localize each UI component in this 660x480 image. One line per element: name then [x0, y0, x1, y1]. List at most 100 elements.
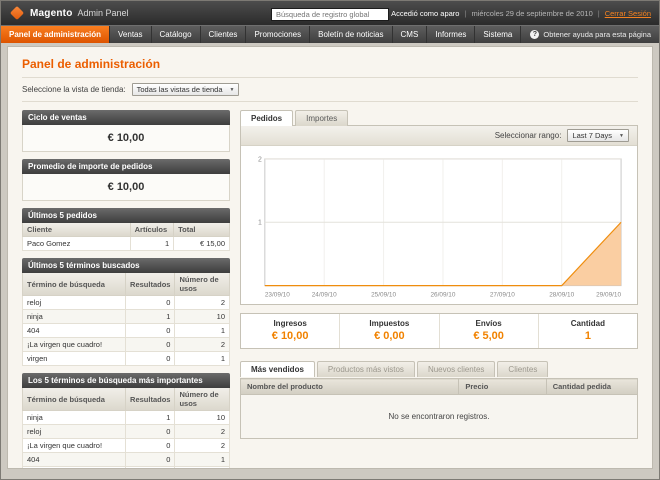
range-select[interactable]: Last 7 Days ▼ — [567, 129, 629, 142]
cell-term: ¡La virgen que cuadro! — [23, 338, 126, 352]
main-nav: Panel de administración Ventas Catálogo … — [1, 25, 659, 43]
column-header: Cliente — [23, 223, 131, 237]
chart-tabs: Pedidos Importes — [240, 110, 638, 126]
chevron-down-icon: ▼ — [619, 133, 624, 139]
tab-productos-mas-vistos[interactable]: Productos más vistos — [317, 361, 415, 377]
dashboard-left-column: Ciclo de ventas € 10,00 Promedio de impo… — [22, 110, 230, 469]
content-area: Panel de administración Seleccione la vi… — [7, 46, 653, 469]
global-search-input[interactable] — [271, 8, 389, 21]
column-header: Término de búsqueda — [23, 273, 126, 296]
table-row[interactable]: ninja 1 10 — [23, 310, 230, 324]
tab-nuevos-clientes[interactable]: Nuevos clientes — [417, 361, 495, 377]
header-date: miércoles 29 de septiembre de 2010 — [471, 9, 592, 18]
store-view-label: Seleccione la vista de tienda: — [22, 85, 126, 94]
stat-cantidad: Cantidad 1 — [539, 314, 637, 348]
cell-customer: Paco Gomez — [23, 237, 131, 251]
range-value: Last 7 Days — [572, 131, 612, 140]
column-header: Término de búsqueda — [23, 388, 126, 411]
nav-item-ventas[interactable]: Ventas — [110, 26, 151, 43]
table-row[interactable]: ninja 1 10 — [23, 411, 230, 425]
table-row[interactable]: reloj 0 2 — [23, 425, 230, 439]
cell-uses: 10 — [175, 411, 230, 425]
cell-term: reloj — [23, 425, 126, 439]
svg-text:23/09/10: 23/09/10 — [265, 291, 290, 298]
svg-text:26/09/10: 26/09/10 — [430, 291, 455, 298]
stat-value: € 10,00 — [241, 330, 339, 342]
nav-item-cms[interactable]: CMS — [393, 26, 428, 43]
stat-label: Impuestos — [340, 319, 438, 328]
column-header: Nombre del producto — [241, 379, 459, 395]
column-header: Precio — [459, 379, 546, 395]
stat-label: Ingresos — [241, 319, 339, 328]
separator: | — [464, 9, 466, 18]
table-row[interactable]: 404 0 1 — [23, 324, 230, 338]
cell-items: 1 — [130, 237, 173, 251]
cell-results: 1 — [126, 310, 175, 324]
table-row[interactable]: ¡La virgen que cuadro! 0 2 — [23, 338, 230, 352]
logout-link[interactable]: Cerrar Sesión — [605, 9, 651, 18]
nav-item-clientes[interactable]: Clientes — [201, 26, 247, 43]
svg-text:2: 2 — [258, 156, 262, 163]
cell-uses: 1 — [175, 324, 230, 338]
cell-term: 404 — [23, 453, 126, 467]
top-search-terms-table: Término de búsqueda Resultados Número de… — [22, 388, 230, 469]
cell-term: ninja — [23, 310, 126, 324]
last-search-terms-panel: Últimos 5 términos buscados Término de b… — [22, 258, 230, 366]
nav-item-promociones[interactable]: Promociones — [246, 26, 310, 43]
nav-item-catalogo[interactable]: Catálogo — [152, 26, 201, 43]
totals-bar: Ingresos € 10,00 Impuestos € 0,00 Envíos… — [240, 313, 638, 349]
cell-results: 0 — [126, 467, 175, 470]
help-label: Obtener ayuda para esta página — [543, 30, 651, 39]
logged-in-as: Accedió como aparo — [391, 9, 459, 18]
stat-value: € 0,00 — [340, 330, 438, 342]
stat-value: € 5,00 — [440, 330, 538, 342]
stat-label: Cantidad — [539, 319, 637, 328]
separator: | — [598, 9, 600, 18]
table-row[interactable]: virgen 0 1 — [23, 352, 230, 366]
cell-results: 1 — [126, 411, 175, 425]
logo-subtitle: Admin Panel — [78, 8, 129, 18]
table-row[interactable]: reloj 0 2 — [23, 296, 230, 310]
cell-total: € 15,00 — [174, 237, 230, 251]
cell-term: ninja — [23, 411, 126, 425]
nav-item-sistema[interactable]: Sistema — [475, 26, 521, 43]
range-bar: Seleccionar rango: Last 7 Days ▼ — [241, 126, 637, 146]
cell-results: 0 — [126, 439, 175, 453]
cell-uses: 2 — [175, 338, 230, 352]
cell-results: 0 — [126, 352, 175, 366]
stat-value: 1 — [539, 330, 637, 342]
grid-tabs: Más vendidos Productos más vistos Nuevos… — [240, 361, 638, 377]
tab-importes[interactable]: Importes — [295, 110, 348, 126]
table-row[interactable]: Paco Gomez 1 € 15,00 — [23, 237, 230, 251]
nav-item-informes[interactable]: Informes — [427, 26, 475, 43]
tab-mas-vendidos[interactable]: Más vendidos — [240, 361, 315, 377]
nav-item-boletin[interactable]: Boletín de noticias — [310, 26, 392, 43]
stat-impuestos: Impuestos € 0,00 — [340, 314, 439, 348]
cell-uses: 1 — [175, 467, 230, 470]
cell-term: ¡La virgen que cuadro! — [23, 439, 126, 453]
column-header: Cantidad pedida — [546, 379, 637, 395]
page-help-link[interactable]: ? Obtener ayuda para esta página — [522, 26, 659, 43]
stat-envios: Envíos € 5,00 — [440, 314, 539, 348]
tab-pedidos[interactable]: Pedidos — [240, 110, 293, 126]
cell-term: virge — [23, 467, 126, 470]
brand: Magento Admin Panel — [9, 8, 271, 19]
tab-clientes[interactable]: Clientes — [497, 361, 548, 377]
table-row[interactable]: virge 0 1 — [23, 467, 230, 470]
store-view-select[interactable]: Todas las vistas de tienda ▼ — [132, 83, 240, 96]
svg-text:27/09/10: 27/09/10 — [490, 291, 515, 298]
average-order-value: € 10,00 — [22, 174, 230, 201]
chevron-down-icon: ▼ — [230, 87, 235, 93]
column-header: Total — [174, 223, 230, 237]
svg-text:24/09/10: 24/09/10 — [312, 291, 337, 298]
table-row[interactable]: 404 0 1 — [23, 453, 230, 467]
cell-uses: 2 — [175, 296, 230, 310]
cell-results: 0 — [126, 453, 175, 467]
logo-text: Magento — [30, 8, 73, 19]
cell-term: reloj — [23, 296, 126, 310]
nav-item-dashboard[interactable]: Panel de administración — [1, 26, 110, 43]
stat-ingresos: Ingresos € 10,00 — [241, 314, 340, 348]
divider — [22, 101, 638, 102]
last-orders-table: Cliente Artículos Total Paco Gomez 1 € 1… — [22, 223, 230, 251]
table-row[interactable]: ¡La virgen que cuadro! 0 2 — [23, 439, 230, 453]
